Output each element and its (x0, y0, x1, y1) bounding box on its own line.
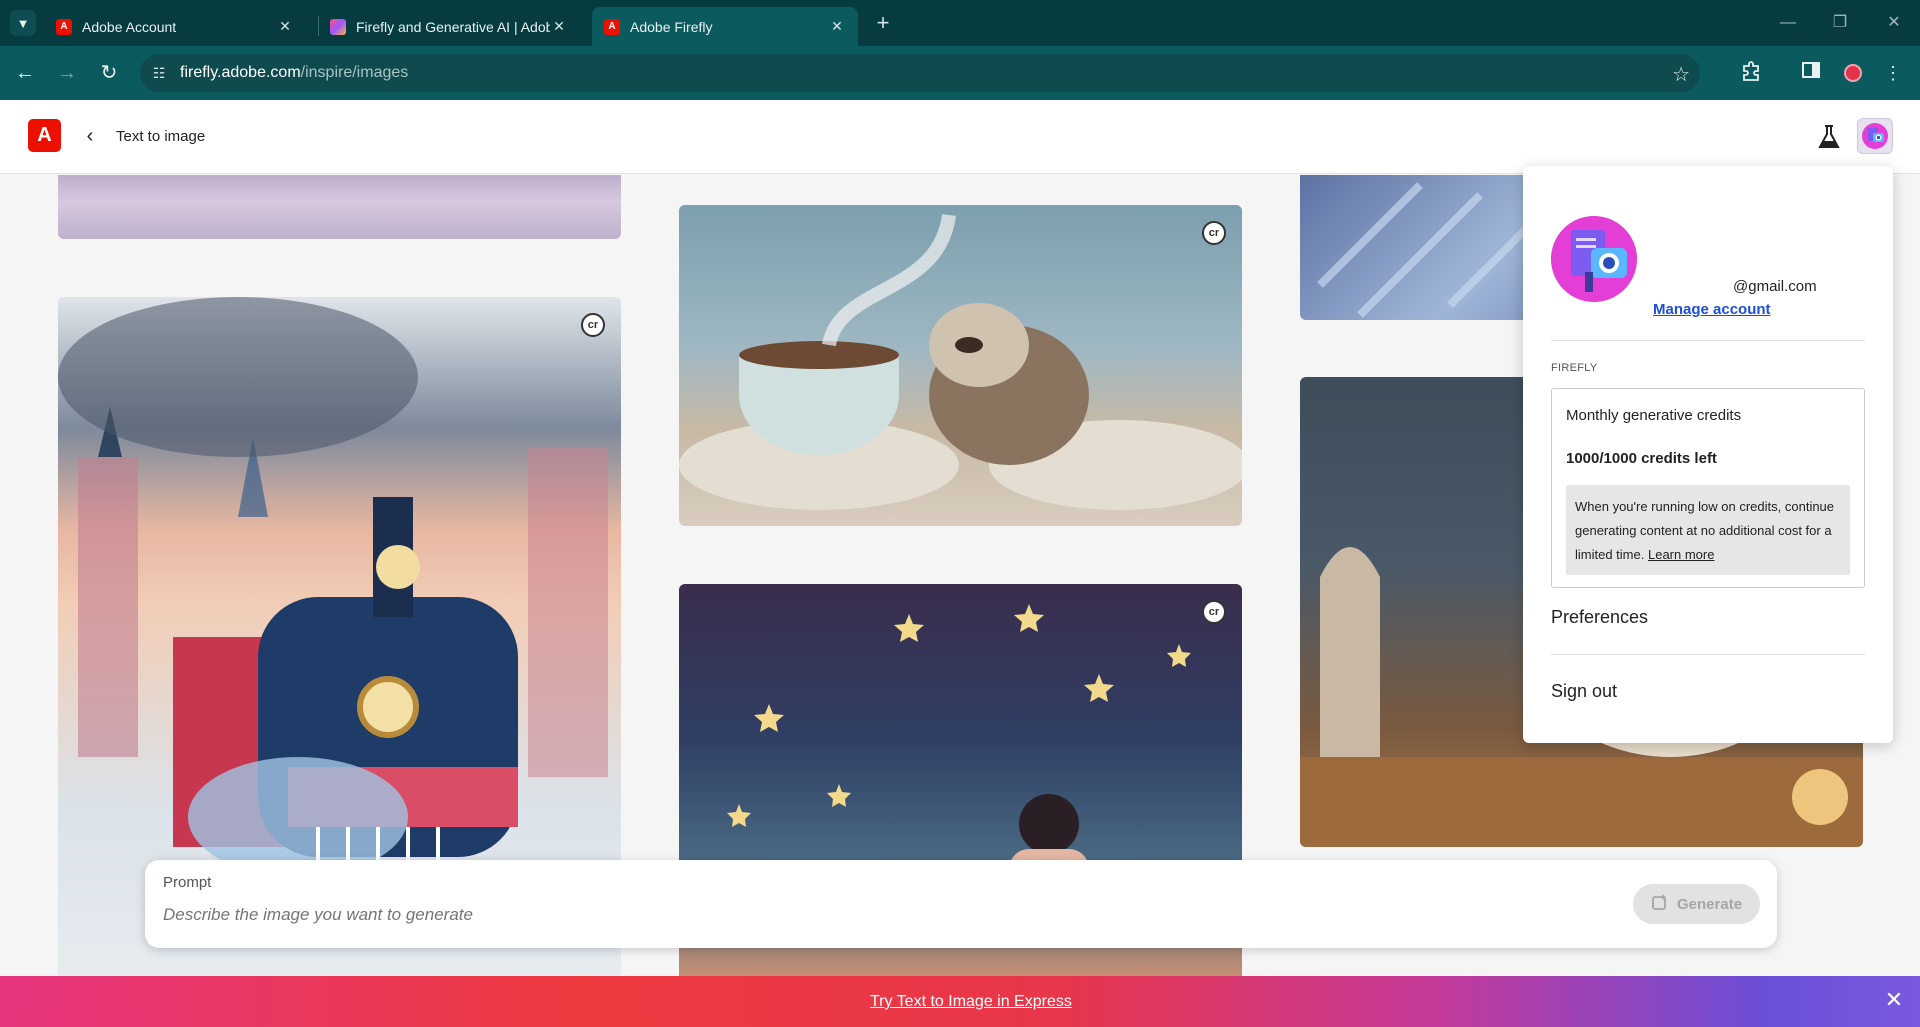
browser-toolbar: ← → ↻ ☷ firefly.adobe.com/inspire/images… (0, 46, 1920, 100)
tab-adobe-firefly[interactable]: A Adobe Firefly ✕ (592, 7, 858, 46)
tab-title: Adobe Account (82, 18, 177, 35)
prompt-bar: Prompt Generate (145, 860, 1777, 948)
close-icon[interactable]: ✕ (550, 18, 568, 35)
generate-button[interactable]: Generate (1633, 884, 1761, 924)
site-settings-icon[interactable]: ☷ (150, 64, 168, 82)
minimize-button[interactable]: — (1768, 8, 1808, 38)
divider (1551, 654, 1865, 655)
url-text[interactable]: firefly.adobe.com/inspire/images (180, 64, 408, 82)
adobe-icon: A (604, 18, 620, 35)
browser-tab-bar: ▼ A Adobe Account ✕ Firefly and Generati… (0, 0, 1920, 46)
content-credentials-badge[interactable]: cr (1202, 600, 1226, 624)
forward-icon[interactable]: → (54, 60, 80, 86)
tab-adobe-account[interactable]: A Adobe Account ✕ (44, 7, 306, 46)
page-title: Text to image (116, 128, 206, 145)
generate-label: Generate (1677, 895, 1743, 913)
tab-search-button[interactable]: ▼ (10, 10, 36, 36)
credits-panel: Monthly generative credits 1000/1000 cre… (1551, 388, 1865, 588)
credits-note: When you're running low on credits, cont… (1566, 485, 1850, 575)
close-icon[interactable]: ✕ (828, 18, 846, 35)
firefly-gradient-icon (330, 18, 346, 35)
sign-out-item[interactable]: Sign out (1551, 681, 1617, 702)
manage-account-link[interactable]: Manage account (1653, 301, 1771, 318)
account-menu: @gmail.com Manage account FIREFLY Monthl… (1523, 166, 1893, 743)
url-host: firefly.adobe.com (180, 64, 301, 81)
credits-remaining: 1000/1000 credits left (1566, 450, 1717, 467)
side-panel-icon[interactable] (1798, 60, 1824, 86)
gallery-image-clouds[interactable] (58, 175, 621, 239)
badge-label: cr (1208, 227, 1220, 239)
badge-label: cr (1208, 606, 1220, 618)
credits-title: Monthly generative credits (1566, 407, 1742, 424)
section-heading: FIREFLY (1551, 362, 1598, 374)
browser-profile-avatar[interactable] (1844, 64, 1862, 82)
app-header: A ‹ Text to image (0, 100, 1920, 174)
tab-title: Firefly and Generative AI | Adobe C (356, 18, 550, 35)
divider (1551, 340, 1865, 341)
prompt-label: Prompt (163, 874, 212, 891)
url-path: /inspire/images (300, 64, 409, 81)
learn-more-link[interactable]: Learn more (1648, 547, 1714, 562)
reload-icon[interactable]: ↻ (96, 60, 122, 86)
adobe-icon: A (56, 18, 72, 35)
tab-firefly-genai[interactable]: Firefly and Generative AI | Adobe C ✕ (318, 7, 580, 46)
avatar[interactable] (1857, 118, 1893, 154)
back-icon[interactable]: ← (12, 60, 38, 86)
content-credentials-badge[interactable]: cr (581, 313, 605, 337)
browser-menu-icon[interactable]: ⋮ (1880, 60, 1906, 86)
account-avatar (1551, 216, 1637, 302)
gallery-image-stars[interactable]: cr (679, 584, 1242, 1027)
new-tab-button[interactable]: + (870, 10, 896, 36)
express-banner: Try Text to Image in Express ✕ (0, 976, 1920, 1027)
badge-label: cr (587, 319, 599, 331)
prompt-input[interactable] (163, 902, 1543, 928)
close-icon[interactable]: ✕ (1882, 988, 1906, 1012)
flask-icon[interactable] (1816, 123, 1842, 151)
restore-button[interactable]: ❐ (1820, 8, 1860, 38)
address-bar[interactable]: ☷ firefly.adobe.com/inspire/images ☆ (140, 54, 1700, 92)
extensions-icon[interactable] (1738, 60, 1764, 86)
adobe-logo-glyph: A (37, 124, 52, 146)
content-credentials-badge[interactable]: cr (1202, 221, 1226, 245)
generate-icon (1651, 893, 1669, 915)
account-email: @gmail.com (1733, 278, 1817, 295)
try-express-link[interactable]: Try Text to Image in Express (870, 993, 1072, 1011)
window-close-button[interactable]: ✕ (1874, 8, 1914, 38)
chevron-left-icon[interactable]: ‹ (80, 122, 100, 150)
bookmark-star-icon[interactable]: ☆ (1672, 62, 1690, 87)
gallery-image-sloth[interactable]: cr (679, 205, 1242, 526)
adobe-logo[interactable]: A (28, 119, 61, 152)
preferences-item[interactable]: Preferences (1551, 607, 1648, 628)
close-icon[interactable]: ✕ (276, 18, 294, 35)
tab-title: Adobe Firefly (630, 18, 713, 35)
